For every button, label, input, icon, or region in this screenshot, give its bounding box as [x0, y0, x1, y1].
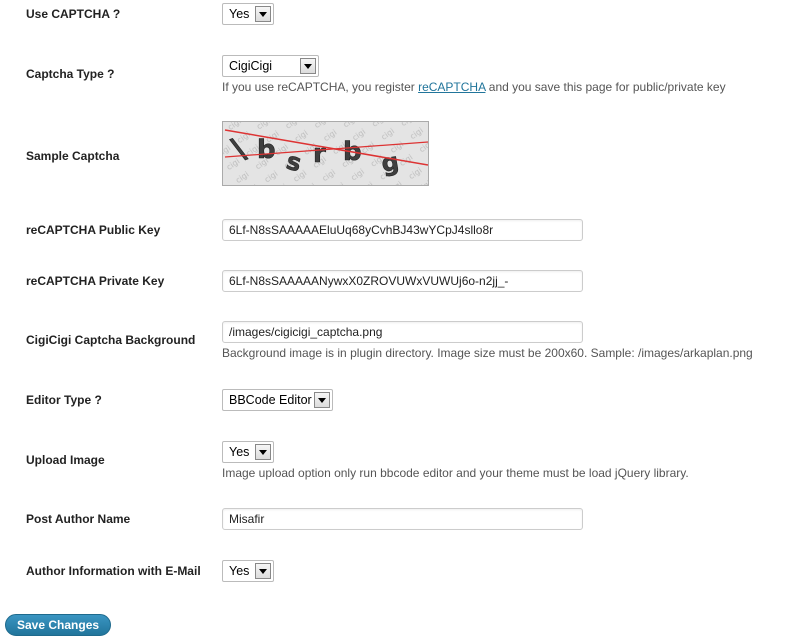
captcha-type-desc-after: and you save this page for public/privat… — [485, 80, 726, 94]
editor-type-value: BBCode Editor — [229, 393, 312, 407]
private-key-input[interactable]: 6Lf-N8sSAAAAANywxX0ZROVUWxVUWUj6o-n2jj_- — [222, 270, 583, 292]
captcha-type-value: CigiCigi — [229, 59, 273, 73]
editor-type-label: Editor Type ? — [26, 393, 102, 407]
upload-image-select[interactable]: Yes — [222, 441, 274, 463]
author-info-email-value: Yes — [229, 564, 250, 578]
chevron-down-icon[interactable] — [300, 58, 316, 74]
author-info-email-select[interactable]: Yes — [222, 560, 274, 582]
upload-image-value: Yes — [229, 445, 250, 459]
post-author-name-label: Post Author Name — [26, 512, 131, 526]
captcha-type-description: If you use reCAPTCHA, you register reCAP… — [222, 80, 726, 94]
sample-captcha-label: Sample Captcha — [26, 149, 120, 163]
captcha-graphic: cigi \ b s r b g — [223, 122, 429, 185]
chevron-down-icon[interactable] — [255, 6, 271, 22]
use-captcha-label: Use CAPTCHA ? — [26, 7, 121, 21]
captcha-type-select[interactable]: CigiCigi — [222, 55, 319, 77]
private-key-label: reCAPTCHA Private Key — [26, 274, 165, 288]
chevron-down-icon[interactable] — [255, 563, 271, 579]
editor-type-select[interactable]: BBCode Editor — [222, 389, 333, 411]
upload-image-description: Image upload option only run bbcode edit… — [222, 466, 689, 480]
captcha-background-description: Background image is in plugin directory.… — [222, 346, 753, 360]
captcha-background-label: CigiCigi Captcha Background — [26, 333, 196, 347]
captcha-type-label: Captcha Type ? — [26, 67, 115, 81]
recaptcha-link[interactable]: reCAPTCHA — [418, 80, 485, 94]
public-key-label: reCAPTCHA Public Key — [26, 223, 161, 237]
save-changes-button[interactable]: Save Changes — [5, 614, 112, 636]
chevron-down-icon[interactable] — [255, 444, 271, 460]
upload-image-label: Upload Image — [26, 453, 105, 467]
captcha-type-desc-before: If you use reCAPTCHA, you register — [222, 80, 419, 94]
post-author-name-input[interactable]: Misafir — [222, 508, 583, 530]
sample-captcha-image: cigi \ b s r b g — [222, 121, 429, 186]
author-info-email-label: Author Information with E-Mail — [26, 564, 201, 578]
use-captcha-value: Yes — [229, 7, 250, 21]
public-key-input[interactable]: 6Lf-N8sSAAAAAEluUq68yCvhBJ43wYCpJ4sllo8r — [222, 219, 583, 241]
chevron-down-icon[interactable] — [314, 392, 330, 408]
svg-text:r: r — [313, 139, 326, 169]
use-captcha-select[interactable]: Yes — [222, 3, 274, 25]
captcha-background-input[interactable]: /images/cigicigi_captcha.png — [222, 321, 583, 343]
svg-text:b: b — [257, 135, 276, 165]
